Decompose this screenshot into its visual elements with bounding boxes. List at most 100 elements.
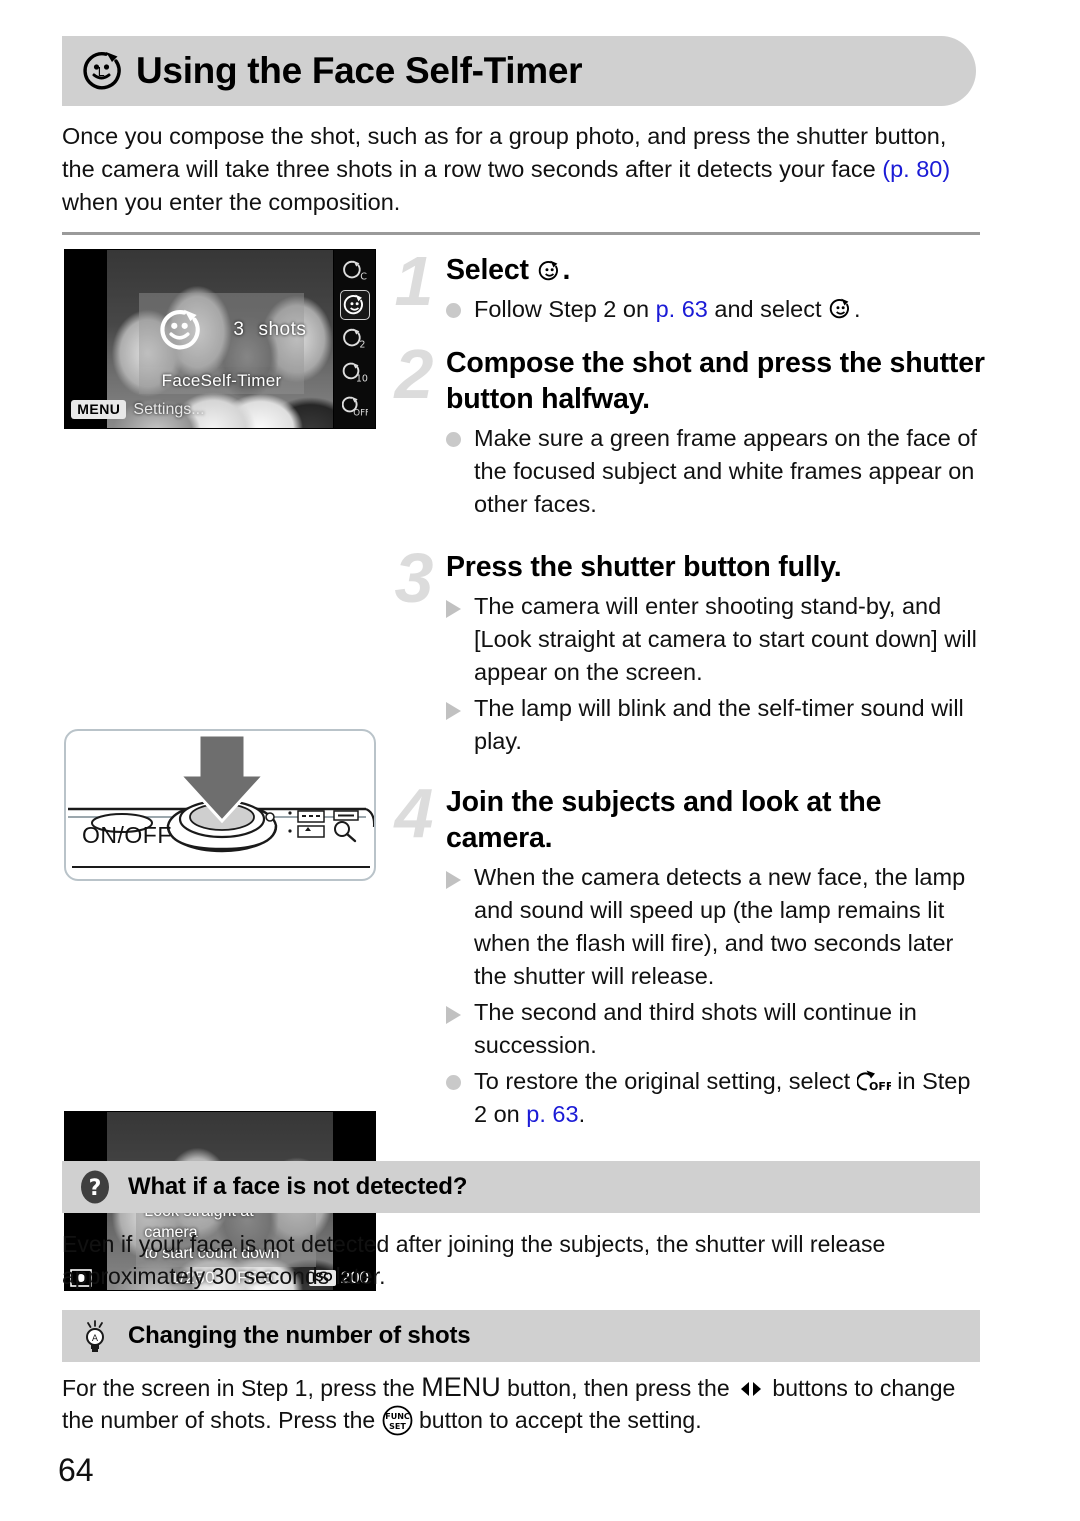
shots-count-label: shots [258, 319, 307, 341]
svg-text:OFF: OFF [353, 409, 368, 419]
face-self-timer-icon [537, 257, 563, 283]
step-heading: Select . [446, 252, 988, 288]
svg-text:?: ? [89, 1176, 102, 1201]
power-button-label: ON/OFF [82, 822, 172, 848]
page-reference-link-80[interactable]: (p. 80) [882, 156, 950, 182]
intro-text-part2: when you enter the composition. [62, 189, 401, 215]
step-number: 1 [394, 242, 434, 320]
bullet-item: When the camera detects a new face, the … [446, 861, 988, 993]
step-number: 2 [394, 335, 434, 413]
step-number: 4 [394, 774, 434, 852]
step-4: 4 Join the subjects and look at the came… [388, 778, 988, 1131]
bullet-item: Follow Step 2 on p. 63 and select . [446, 293, 988, 326]
callout-title: Changing the number of shots [128, 1322, 471, 1349]
svg-text:L: L [98, 65, 105, 79]
svg-text:10: 10 [355, 374, 367, 385]
bullet-text-post: . [854, 296, 861, 322]
timer-option-custom-c[interactable]: C [340, 256, 370, 286]
bullet-dot-marker [446, 422, 474, 447]
step-number: 3 [394, 539, 434, 617]
callout-body-post: button to accept the setting. [412, 1407, 702, 1433]
menu-button-chip[interactable]: MENU [71, 400, 127, 420]
bullet-triangle-marker [446, 692, 474, 720]
step-bullets: When the camera detects a new face, the … [446, 861, 988, 1131]
step-heading: Compose the shot and press the shutter b… [446, 347, 985, 415]
bullet-dot-marker [446, 293, 474, 318]
step-bullets: Make sure a green frame appears on the f… [446, 422, 988, 521]
intro-paragraph: Once you compose the shot, such as for a… [62, 120, 982, 219]
bullet-item: To restore the original setting, select … [446, 1065, 988, 1131]
callout-body-face-not-detected: Even if your face is not detected after … [62, 1231, 886, 1289]
step-heading: Join the subjects and look at the camera… [446, 786, 882, 854]
bullet-text-pre: Follow Step 2 on [474, 296, 656, 322]
svg-text:SET: SET [389, 1422, 406, 1431]
timer-option-2sec[interactable]: 2 [340, 324, 370, 354]
bullet-text-pre: To restore the original setting, select [474, 1068, 857, 1094]
page-number: 64 [58, 1452, 94, 1488]
callout-body-mid: button, then press the [500, 1375, 737, 1401]
bullet-text: The lamp will blink and the self-timer s… [474, 695, 964, 754]
callout-bar-face-not-detected: ? What if a face is not detected? [62, 1161, 980, 1213]
shots-count-value: 3 [233, 319, 245, 341]
step-1: 1 Select . Follow Step 2 on p. 63 and se… [388, 246, 988, 326]
page-title: Using the Face Self-Timer [136, 50, 583, 91]
manual-page: L Using the Face Self-Timer Once you com… [0, 0, 1080, 1521]
step-bullets: The camera will enter shooting stand-by,… [446, 590, 988, 758]
figure-camera-top-shutter: ON/OFF [64, 729, 376, 881]
menu-hint-text: Settings... [133, 400, 205, 418]
step-heading: Press the shutter button fully. [446, 551, 842, 583]
left-right-arrows-icon [736, 1375, 766, 1396]
timer-options-sidebar[interactable]: C 2 10 OF [334, 250, 375, 428]
timer-option-off[interactable]: OFF [340, 392, 370, 422]
bullet-item: The lamp will blink and the self-timer s… [446, 692, 988, 758]
svg-text:2: 2 [359, 340, 365, 351]
bullet-text: The camera will enter shooting stand-by,… [474, 593, 977, 685]
bullet-text: The second and third shots will continue… [474, 999, 917, 1058]
func-set-icon: FUNC SET [382, 1405, 413, 1436]
bullet-text: Follow Step 2 on p. 63 and select . [474, 293, 988, 326]
page-reference-link-63[interactable]: p. 63 [526, 1101, 578, 1127]
bullet-triangle-marker [446, 996, 474, 1024]
bullet-text-mid: and select [707, 296, 829, 322]
screen-menu-hint: MENU Settings... [71, 400, 205, 420]
bullet-item: Make sure a green frame appears on the f… [446, 422, 988, 521]
page-reference-link-63[interactable]: p. 63 [656, 296, 708, 322]
callout-body-changing-shots: For the screen in Step 1, press the MENU… [62, 1371, 987, 1436]
svg-text:OFF: OFF [869, 1080, 891, 1093]
menu-button-word: MENU [421, 1372, 501, 1402]
figure-face-self-timer-menu-screen: 3 shots FaceSelf-Timer MENU Settings... … [64, 249, 376, 429]
bullet-text: When the camera detects a new face, the … [474, 864, 966, 989]
face-self-timer-icon [828, 296, 854, 322]
bullet-item: The second and third shots will continue… [446, 996, 988, 1062]
bullet-item: The camera will enter shooting stand-by,… [446, 590, 988, 689]
step-heading-suffix: . [562, 254, 571, 286]
timer-option-face-selected[interactable] [339, 290, 370, 320]
question-mark-icon: ? [78, 1170, 112, 1204]
section-divider [62, 232, 980, 235]
face-self-timer-icon: L [76, 45, 128, 97]
step-3: 3 Press the shutter button fully. The ca… [388, 543, 988, 758]
step-bullets: Follow Step 2 on p. 63 and select . [446, 293, 988, 326]
step-2: 2 Compose the shot and press the shutter… [388, 339, 988, 521]
callout-bar-changing-shots: A Changing the number of shots [62, 1310, 980, 1362]
svg-text:A: A [92, 1334, 99, 1344]
callout-body-pre: For the screen in Step 1, press the [62, 1375, 422, 1401]
screen-mode-label: FaceSelf-Timer [139, 367, 304, 395]
intro-text-part1: Once you compose the shot, such as for a… [62, 123, 947, 182]
bullet-text-post: . [578, 1101, 586, 1127]
bullet-text: Make sure a green frame appears on the f… [474, 425, 977, 517]
svg-text:C: C [360, 272, 367, 283]
screen-center-overlay: 3 shots [139, 292, 307, 368]
page-title-bar: L Using the Face Self-Timer [62, 36, 976, 106]
lightbulb-icon: A [78, 1319, 112, 1353]
step-heading-text: Select [446, 254, 537, 286]
camera-illustration [68, 733, 374, 868]
svg-text:FUNC: FUNC [385, 1412, 410, 1421]
callout-title: What if a face is not detected? [128, 1173, 468, 1200]
face-self-timer-icon [153, 303, 207, 357]
bullet-dot-marker [446, 1065, 474, 1090]
timer-option-10sec[interactable]: 10 [340, 358, 370, 388]
timer-off-icon: OFF [855, 1069, 893, 1095]
bullet-triangle-marker [446, 590, 474, 618]
bullet-text: To restore the original setting, select … [474, 1065, 988, 1131]
